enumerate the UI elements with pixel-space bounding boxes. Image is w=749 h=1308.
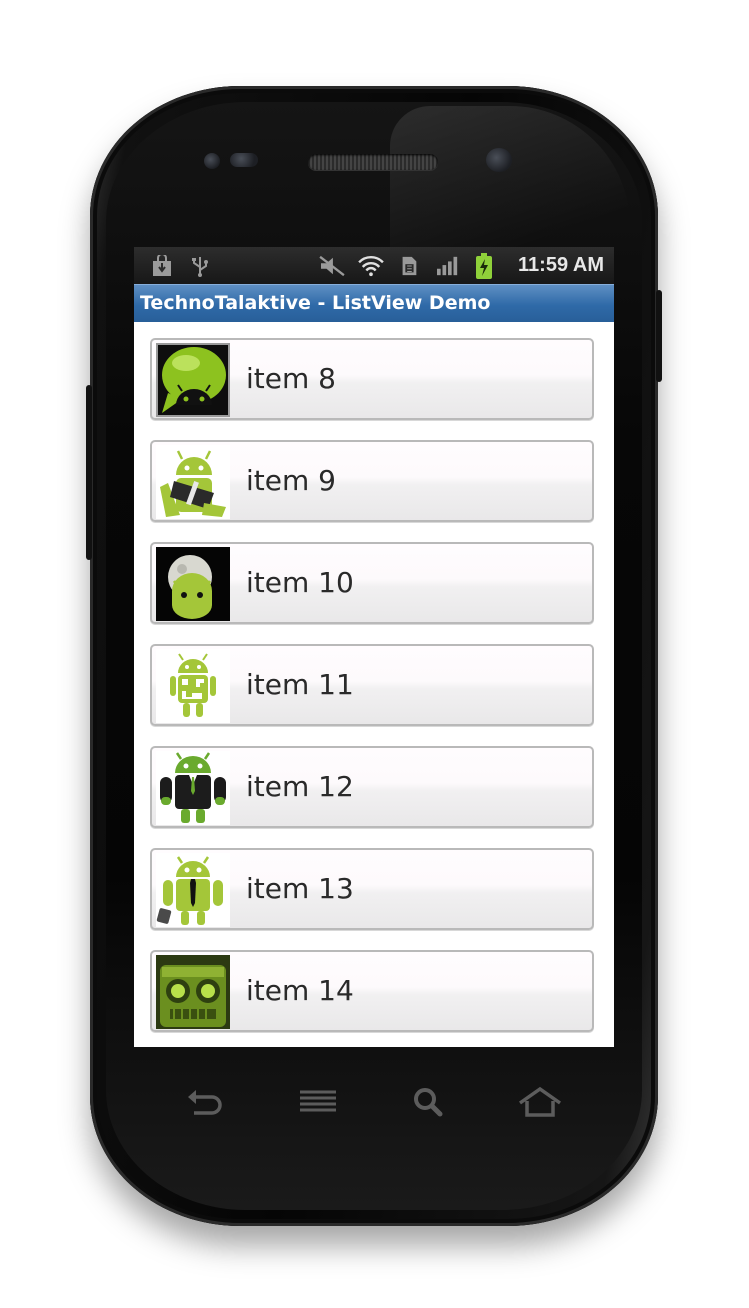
list-item[interactable]: item 10: [150, 542, 594, 624]
list-item[interactable]: item 14: [150, 950, 594, 1032]
status-bar: 11:59 AM: [134, 247, 614, 284]
list-item-label: item 12: [246, 770, 354, 803]
proximity-sensor: [204, 153, 220, 169]
shopping-bag-download-icon: [153, 255, 171, 276]
list-item-label: item 14: [246, 974, 354, 1007]
earpiece-speaker: [308, 154, 438, 170]
list-item-label: item 8: [246, 362, 336, 395]
android-qr-code-icon: [156, 649, 230, 723]
robot-head-icon: [156, 955, 230, 1029]
android-moon-icon: [156, 547, 230, 621]
list-item[interactable]: item 9: [150, 440, 594, 522]
home-key-icon[interactable]: [518, 1085, 562, 1121]
list-item-label: item 13: [246, 872, 354, 905]
app-title-bar: TechnoTalaktive - ListView Demo: [134, 284, 614, 322]
list-item[interactable]: item 8: [150, 338, 594, 420]
battery-charging-icon: [476, 253, 492, 279]
android-business-suit-icon: [156, 751, 230, 825]
list-item-label: item 10: [246, 566, 354, 599]
list-item-label: item 9: [246, 464, 336, 497]
android-ninja-icon: [156, 445, 230, 519]
light-sensor: [230, 153, 258, 167]
front-camera: [486, 148, 512, 172]
mute-icon: [319, 255, 345, 277]
phone-side-button-right: [656, 290, 662, 382]
signal-icon: [437, 256, 458, 276]
search-key-icon[interactable]: [410, 1085, 450, 1121]
screen: 11:59 AM TechnoTalaktive - ListView Demo: [134, 247, 614, 1047]
list-item-label: item 11: [246, 668, 354, 701]
phone-side-button-left: [86, 385, 92, 560]
back-key-icon[interactable]: [184, 1085, 224, 1121]
android-chat-bubble-icon: [156, 343, 230, 417]
status-clock: 11:59 AM: [518, 254, 604, 276]
usb-icon: [192, 257, 208, 277]
app-title: TechnoTalaktive - ListView Demo: [140, 292, 491, 314]
menu-key-icon[interactable]: [298, 1085, 338, 1121]
sim-icon: [402, 256, 417, 276]
android-tie-briefcase-icon: [156, 853, 230, 927]
wifi-icon: [358, 256, 384, 277]
list-item[interactable]: item 11: [150, 644, 594, 726]
list-item[interactable]: item 13: [150, 848, 594, 930]
list-item[interactable]: item 12: [150, 746, 594, 828]
